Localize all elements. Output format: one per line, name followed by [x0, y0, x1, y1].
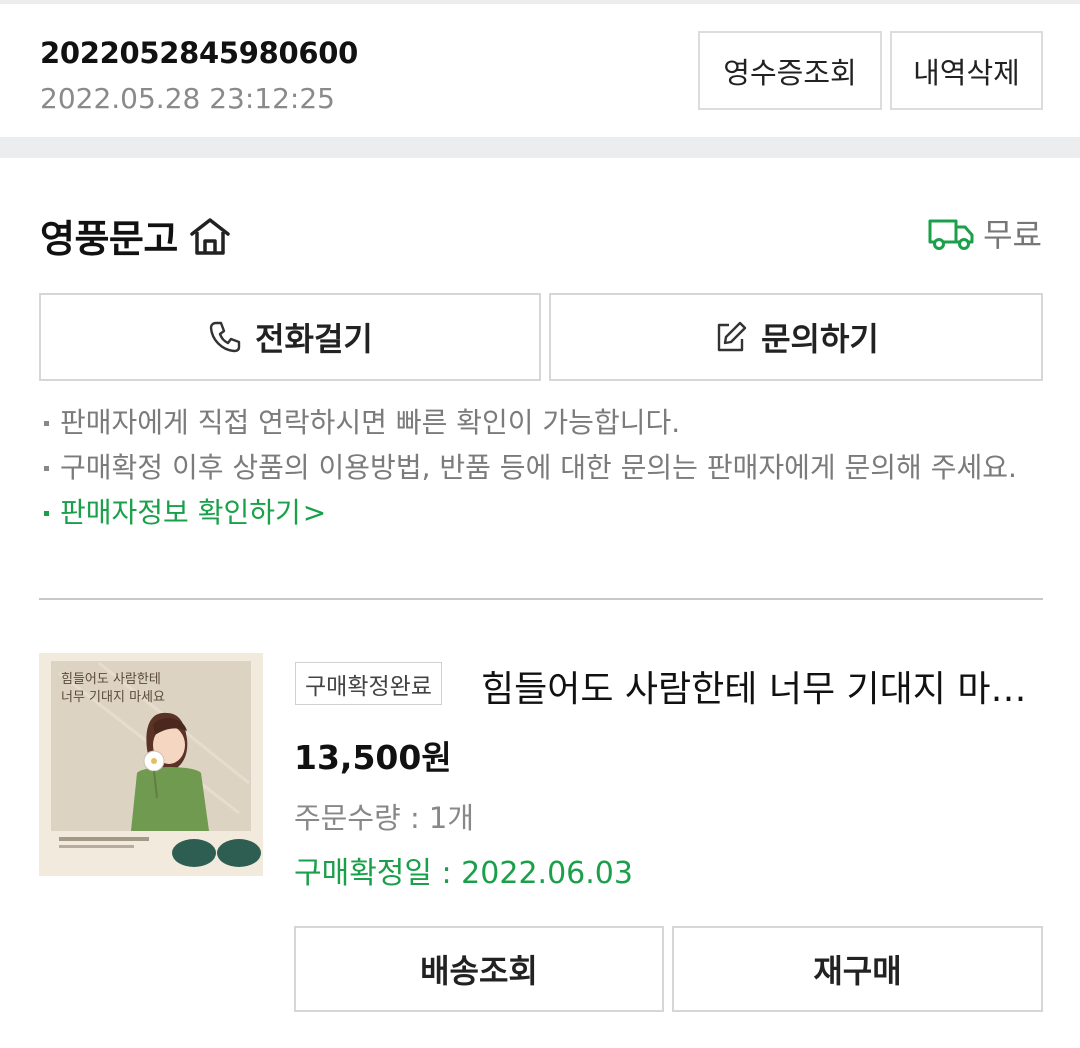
delete-history-button[interactable]: 내역삭제	[890, 31, 1043, 110]
divider	[39, 598, 1043, 600]
shipping-label: 무료	[983, 216, 1042, 254]
product-price: 13,500원	[294, 738, 452, 777]
order-header: 2022052845980600 2022.05.28 23:12:25 영수증…	[0, 4, 1080, 136]
seller-info-link[interactable]: 판매자정보 확인하기>	[40, 490, 1040, 535]
receipt-button[interactable]: 영수증조회	[698, 31, 882, 110]
call-seller-button[interactable]: 전화걸기	[39, 293, 541, 381]
truck-icon	[928, 219, 974, 250]
cover-title-line: 너무 기대지 마세요	[61, 690, 165, 705]
store-home-icon	[190, 217, 230, 255]
seller-notes: 판매자에게 직접 연락하시면 빠른 확인이 가능합니다. 구매확정 이후 상품의…	[40, 400, 1040, 535]
call-label: 전화걸기	[255, 321, 373, 357]
seller-name: 영풍문고	[40, 217, 178, 261]
phone-icon	[209, 321, 241, 353]
cover-title-line: 힘들어도 사람한테	[61, 672, 161, 687]
inquiry-button[interactable]: 문의하기	[549, 293, 1043, 381]
chevron-right-icon: >	[302, 496, 327, 529]
status-badge: 구매확정완료	[295, 662, 442, 705]
purchase-confirm-date: 구매확정일 : 2022.06.03	[294, 856, 633, 891]
seller-info-label: 판매자정보 확인하기	[60, 496, 301, 529]
seller-name-link[interactable]: 영풍문고	[40, 208, 234, 263]
book-cover-illustration: 힘들어도 사람한테 너무 기대지 마세요	[39, 653, 263, 876]
order-datetime: 2022.05.28 23:12:25	[40, 82, 335, 115]
order-number: 2022052845980600	[40, 36, 359, 70]
section-separator	[0, 137, 1080, 158]
inquiry-label: 문의하기	[761, 321, 879, 357]
product-title[interactable]: 힘들어도 사람한테 너무 기대지 마세요	[481, 660, 1041, 712]
note-item: 판매자에게 직접 연락하시면 빠른 확인이 가능합니다.	[40, 400, 1040, 445]
order-quantity: 주문수량 : 1개	[294, 801, 475, 835]
product-cover-image[interactable]: 힘들어도 사람한테 너무 기대지 마세요	[39, 653, 263, 876]
note-item: 구매확정 이후 상품의 이용방법, 반품 등에 대한 문의는 판매자에게 문의해…	[40, 445, 1040, 490]
track-delivery-button[interactable]: 배송조회	[294, 926, 664, 1012]
edit-icon	[717, 321, 747, 352]
rebuy-button[interactable]: 재구매	[672, 926, 1043, 1012]
shipping-fee: 무료	[927, 210, 1042, 256]
